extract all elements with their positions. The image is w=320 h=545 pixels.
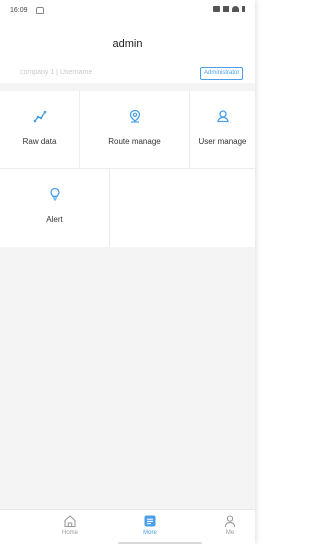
tab-label: Home: [61, 530, 78, 536]
menu-item-user-manage[interactable]: User manage: [190, 91, 255, 169]
page-title: admin: [112, 38, 143, 50]
tab-label: More: [143, 530, 157, 536]
signal-icon: [223, 6, 229, 12]
menu-item-label: User manage: [198, 137, 247, 146]
menu-item-label: Raw data: [22, 137, 57, 146]
tab-home[interactable]: Home: [40, 514, 100, 536]
tab-more[interactable]: More: [120, 514, 180, 536]
header: 16:09 admin company 1 | Username Adminis…: [0, 0, 255, 83]
status-time: 16:09: [10, 7, 28, 14]
account-subtitle: company 1 | Username: [20, 69, 93, 76]
menu-item-route-manage[interactable]: Route manage: [80, 91, 190, 169]
sim-icon: [213, 6, 220, 12]
person-icon: [224, 515, 236, 528]
tab-me[interactable]: Me: [200, 514, 260, 536]
wifi-icon: [232, 6, 239, 12]
menu-item-raw-data[interactable]: Raw data: [0, 91, 80, 169]
role-badge: Administrator: [200, 67, 244, 80]
app-screen: 16:09 admin company 1 | Username Adminis…: [0, 0, 255, 545]
home-icon: [64, 515, 76, 528]
notification-icon: [36, 7, 44, 14]
feature-grid: Raw data Route manage User manage Alert: [0, 91, 255, 247]
route-pin-icon: [129, 109, 140, 123]
raw-data-icon: [33, 110, 46, 123]
system-icons: [213, 6, 245, 12]
more-icon: [144, 515, 156, 527]
battery-icon: [242, 6, 245, 12]
menu-item-label: Alert: [46, 215, 63, 224]
alert-bulb-icon: [49, 187, 60, 201]
tab-bar: Home More Me: [0, 509, 255, 545]
menu-item-label: Route manage: [108, 137, 161, 146]
status-bar: 16:09: [0, 0, 255, 20]
user-manage-icon: [216, 110, 229, 123]
tab-label: Me: [225, 530, 235, 536]
menu-item-alert[interactable]: Alert: [0, 169, 110, 247]
